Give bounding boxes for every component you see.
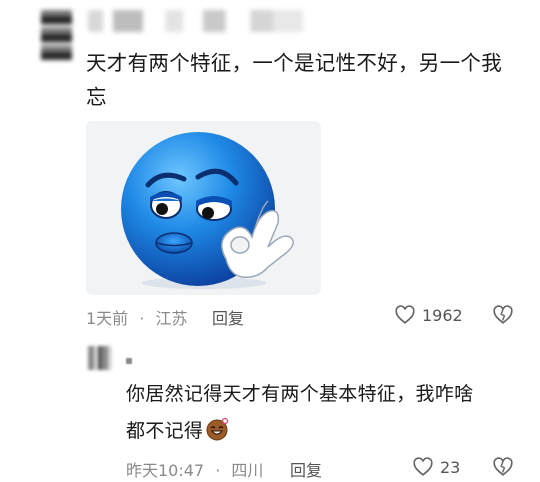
comment-time: 昨天10:47	[126, 461, 205, 480]
heart-icon	[395, 305, 415, 324]
reply-commenter-avatar[interactable]	[88, 346, 112, 370]
like-count: 23	[440, 457, 461, 477]
comment-time: 1天前	[86, 309, 129, 328]
heart-icon	[413, 457, 433, 476]
like-count: 1962	[422, 305, 463, 325]
reply-comment-body: 你居然记得天才有两个基本特征，我咋啥 都不记得	[126, 376, 526, 450]
comment-text-line: 你居然记得天才有两个基本特征，我咋啥	[126, 383, 474, 405]
reply-commenter-username-blurred[interactable]	[126, 358, 132, 364]
broken-heart-icon	[493, 457, 513, 476]
reply-button[interactable]: 回复	[212, 305, 244, 329]
blue-smirk-ok-hand-sticker	[86, 121, 321, 295]
dislike-button[interactable]	[492, 304, 514, 330]
comment-text-fragment: 都不记得	[126, 420, 204, 442]
comment-meta: 1天前 · 江苏	[86, 305, 187, 329]
like-button[interactable]: 1962	[394, 304, 463, 326]
commenter-avatar[interactable]	[22, 10, 72, 60]
commenter-username-blurred[interactable]	[88, 10, 338, 32]
comment-text-line: 天才有两个特征，一个是记性不好，另一个我忘	[86, 51, 502, 109]
dislike-button[interactable]	[492, 456, 514, 482]
comment-text-line: 都不记得	[126, 413, 526, 450]
reply-meta: 昨天10:47 · 四川	[126, 457, 263, 481]
broken-heart-icon	[493, 305, 513, 324]
comment-location: 四川	[231, 461, 264, 480]
sticker-image[interactable]	[86, 121, 321, 295]
meta-separator: ·	[215, 461, 221, 480]
meta-separator: ·	[139, 309, 145, 328]
comment-location: 江苏	[155, 309, 188, 328]
like-button[interactable]: 23	[412, 456, 460, 478]
laughing-cookie-emoji	[206, 417, 229, 441]
reply-button[interactable]: 回复	[290, 457, 322, 481]
